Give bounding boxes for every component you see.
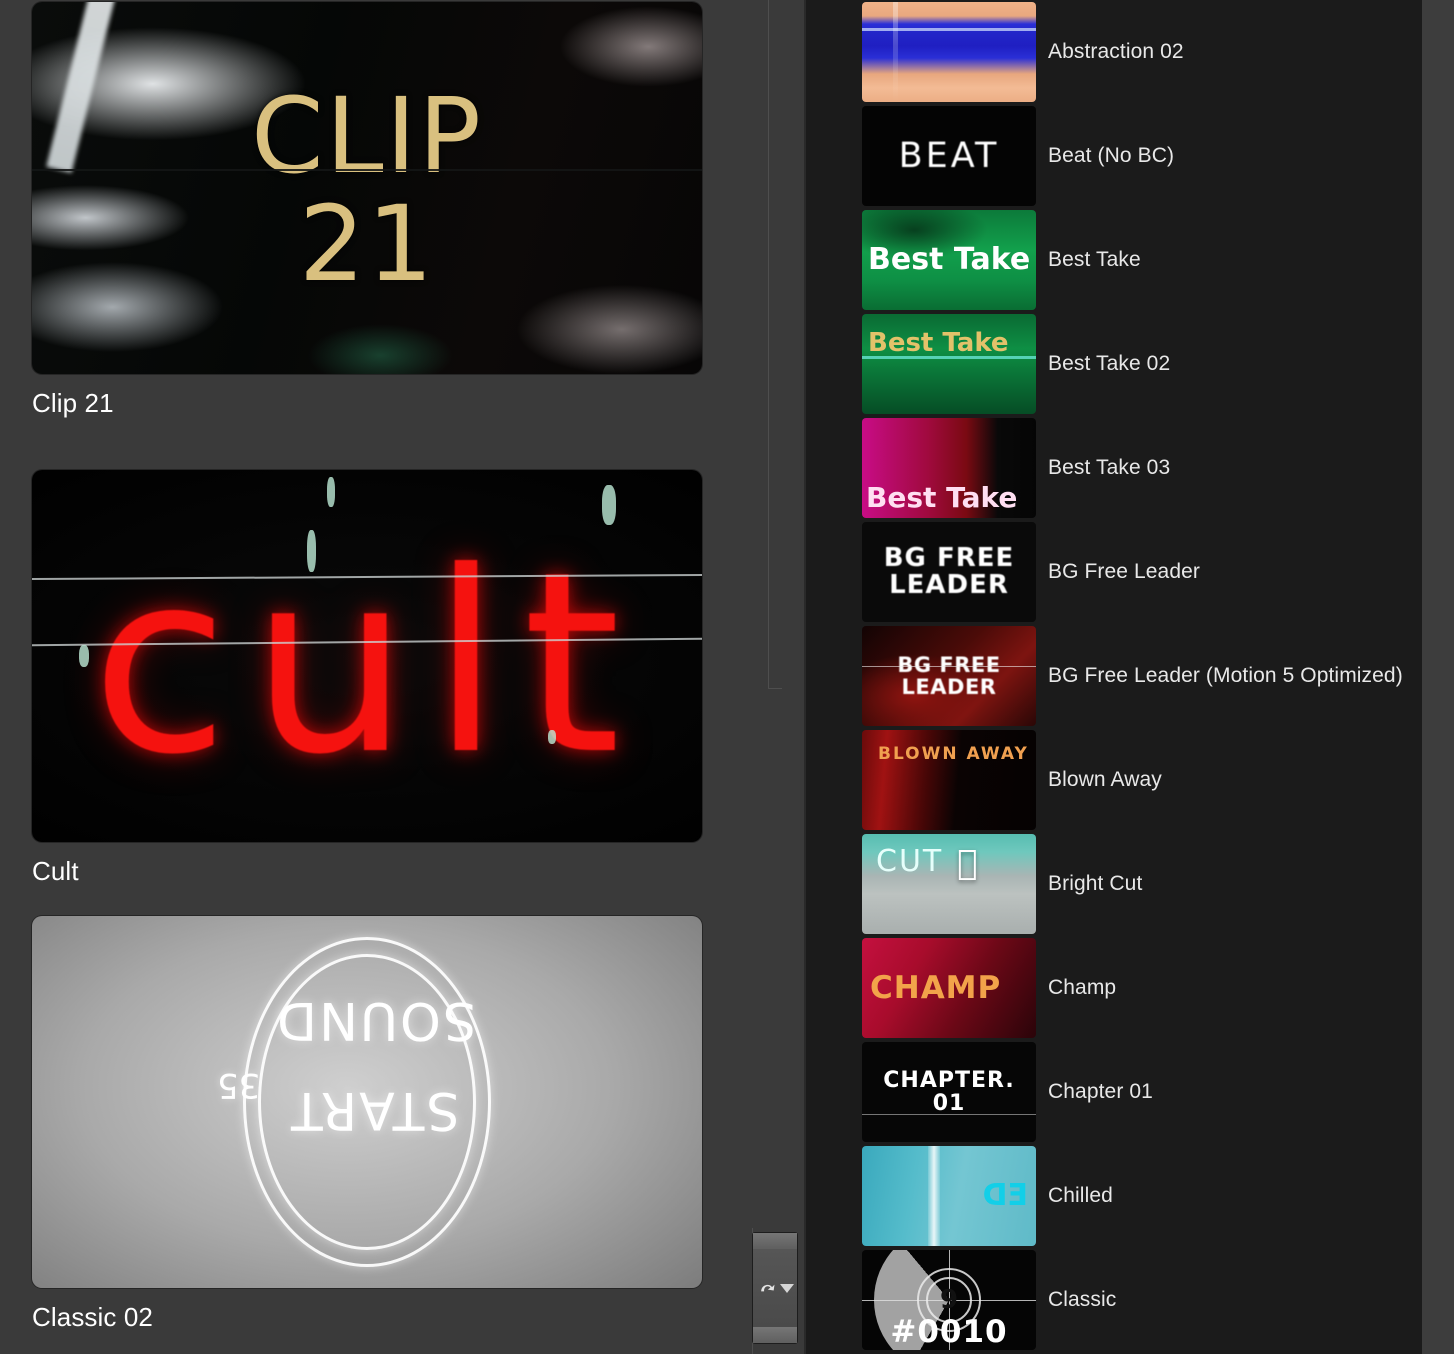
asset-filmstrip-list: CLIP 21 Clip 21 cult Cult SOUND START 35… [0, 0, 744, 1354]
list-item-label: Classic [1048, 1288, 1117, 1311]
list-item[interactable]: CHAMP Champ [862, 936, 1422, 1040]
list-item-thumbnail[interactable]: CHAMP [862, 938, 1036, 1038]
list-item-label: BG Free Leader [1048, 560, 1200, 583]
list-item-label: Blown Away [1048, 768, 1162, 791]
asset-label-classic-02: Classic 02 [32, 1302, 153, 1332]
list-item-thumbnail[interactable]: BEAT [862, 106, 1036, 206]
asset-card-cult[interactable]: cult Cult [32, 470, 702, 886]
list-item-thumbnail[interactable]: Best Take [862, 418, 1036, 518]
list-item[interactable]: BEAT Beat (No BC) [862, 104, 1422, 208]
list-item-thumbnail[interactable]: CHAPTER. 01 [862, 1042, 1036, 1142]
button-top-edge-highlight [753, 1233, 797, 1249]
thumbnail-text: CUT  [862, 834, 1036, 934]
list-item-label: Best Take [1048, 248, 1141, 271]
list-item[interactable]: Best Take Best Take 03 [862, 416, 1422, 520]
list-item-label: BG Free Leader (Motion 5 Optimized) [1048, 664, 1403, 687]
thumbnail-text-35: 35 [217, 1064, 261, 1105]
list-item-label: Chilled [1048, 1184, 1113, 1207]
asset-thumbnail-clip-21[interactable]: CLIP 21 [32, 2, 702, 374]
list-item[interactable]: Best Take Best Take 02 [862, 312, 1422, 416]
countdown-number: 9 [939, 1285, 959, 1315]
button-bottom-edge-highlight [753, 1327, 797, 1343]
right-edge-rail [1422, 0, 1454, 1354]
list-item-label: Champ [1048, 976, 1117, 999]
list-item-label: Bright Cut [1048, 872, 1143, 895]
list-item-thumbnail[interactable]: BG FREE LEADER [862, 626, 1036, 726]
list-item[interactable]: BG FREE LEADER BG Free Leader [862, 520, 1422, 624]
chevron-down-icon [779, 1283, 794, 1293]
asset-card-classic-02[interactable]: SOUND START 35 Classic 02 [32, 916, 702, 1332]
list-item[interactable]: BLOWN AWAY Blown Away [862, 728, 1422, 832]
film-dust-speck [78, 644, 89, 667]
pane-inset-border-upper [768, 0, 769, 689]
apple-logo-icon:  [957, 846, 979, 880]
list-item[interactable]: Abstraction 02 [862, 0, 1422, 104]
list-item-thumbnail[interactable]: Best Take [862, 210, 1036, 310]
list-item[interactable]: BG FREE LEADER BG Free Leader (Motion 5 … [862, 624, 1422, 728]
thumbnail-overlay-text: CLIP 21 [32, 2, 702, 374]
list-item-label: Chapter 01 [1048, 1080, 1153, 1103]
list-item-label: Abstraction 02 [1048, 40, 1184, 63]
list-item[interactable]: CHAPTER. 01 Chapter 01 [862, 1040, 1422, 1144]
thumbnail-text: CHAPTER. 01 [862, 1042, 1036, 1142]
list-item[interactable]: CUT  Bright Cut [862, 832, 1422, 936]
thumbnail-text: #0010 [890, 1314, 1008, 1350]
list-item-thumbnail[interactable]: BG FREE LEADER [862, 522, 1036, 622]
thumbnail-text: ED [982, 1178, 1028, 1214]
list-item-thumbnail[interactable]: BLOWN AWAY [862, 730, 1036, 830]
list-item-thumbnail[interactable]: ED [862, 1146, 1036, 1246]
film-dust-speck [306, 529, 316, 572]
list-item[interactable]: 9 #0010 Classic [862, 1248, 1422, 1352]
list-item-thumbnail[interactable]: 9 #0010 [862, 1250, 1036, 1350]
thumbnail-text: Best Take [868, 242, 1031, 278]
asset-thumbnail-classic-02[interactable]: SOUND START 35 [32, 916, 702, 1288]
thumbnail-text-line-2: 01 [932, 1091, 966, 1116]
thumbnail-text-line-1: CHAPTER. [883, 1067, 1015, 1093]
effects-browser-list-pane[interactable]: Abstraction 02 BEAT Beat (No BC) Best Ta… [806, 0, 1422, 1354]
asset-label-clip-21: Clip 21 [32, 388, 114, 418]
thumbnail-overlay-text: cult [91, 518, 643, 809]
list-item[interactable]: Best Take Best Take [862, 208, 1422, 312]
list-item-label: Beat (No BC) [1048, 144, 1175, 167]
list-item-label: Best Take 03 [1048, 456, 1171, 479]
button-face[interactable] [753, 1249, 797, 1327]
thumbnail-text: BG FREE LEADER [897, 652, 1001, 699]
thumbnail-text: Best Take [866, 480, 1018, 514]
list-item-thumbnail[interactable] [862, 2, 1036, 102]
asset-card-clip-21[interactable]: CLIP 21 Clip 21 [32, 2, 702, 418]
thumbnail-text: BG FREE LEADER [883, 542, 1015, 600]
thumbnail-text: BEAT [898, 135, 1000, 176]
thumbnail-text: CHAMP [870, 969, 1002, 1006]
asset-label-cult: Cult [32, 856, 79, 886]
thumbnail-text-line-2: 21 [298, 183, 436, 305]
curved-arrow-icon [760, 1284, 774, 1292]
thumbnail-text-cut: CUT [876, 844, 944, 879]
film-dust-speck [326, 477, 335, 508]
list-item[interactable]: ED Chilled [862, 1144, 1422, 1248]
list-item-label: Best Take 02 [1048, 352, 1171, 375]
list-item-thumbnail[interactable]: CUT  [862, 834, 1036, 934]
asset-thumbnail-cult[interactable]: cult [32, 470, 702, 842]
list-item-thumbnail[interactable]: Best Take [862, 314, 1036, 414]
left-browser-pane: CLIP 21 Clip 21 cult Cult SOUND START 35… [0, 0, 782, 1354]
thumbnail-text-sound: SOUND [275, 990, 476, 1051]
thumbnail-text: BLOWN AWAY [878, 744, 1029, 764]
thumbnail-text: Best Take [868, 328, 1009, 358]
final-cut-pro-browser-window: CLIP 21 Clip 21 cult Cult SOUND START 35… [0, 0, 1454, 1354]
pane-inset-corner [768, 688, 782, 689]
film-dust-speck [547, 730, 556, 745]
film-dust-speck [601, 484, 616, 525]
retime-popup-button[interactable] [752, 1232, 798, 1344]
effects-list: Abstraction 02 BEAT Beat (No BC) Best Ta… [862, 0, 1422, 1352]
thumbnail-text-start: START [289, 1079, 460, 1140]
thumbnail-text-line-1: CLIP [251, 75, 483, 198]
countdown-leader-graphic: 9 #0010 [862, 1250, 1036, 1350]
